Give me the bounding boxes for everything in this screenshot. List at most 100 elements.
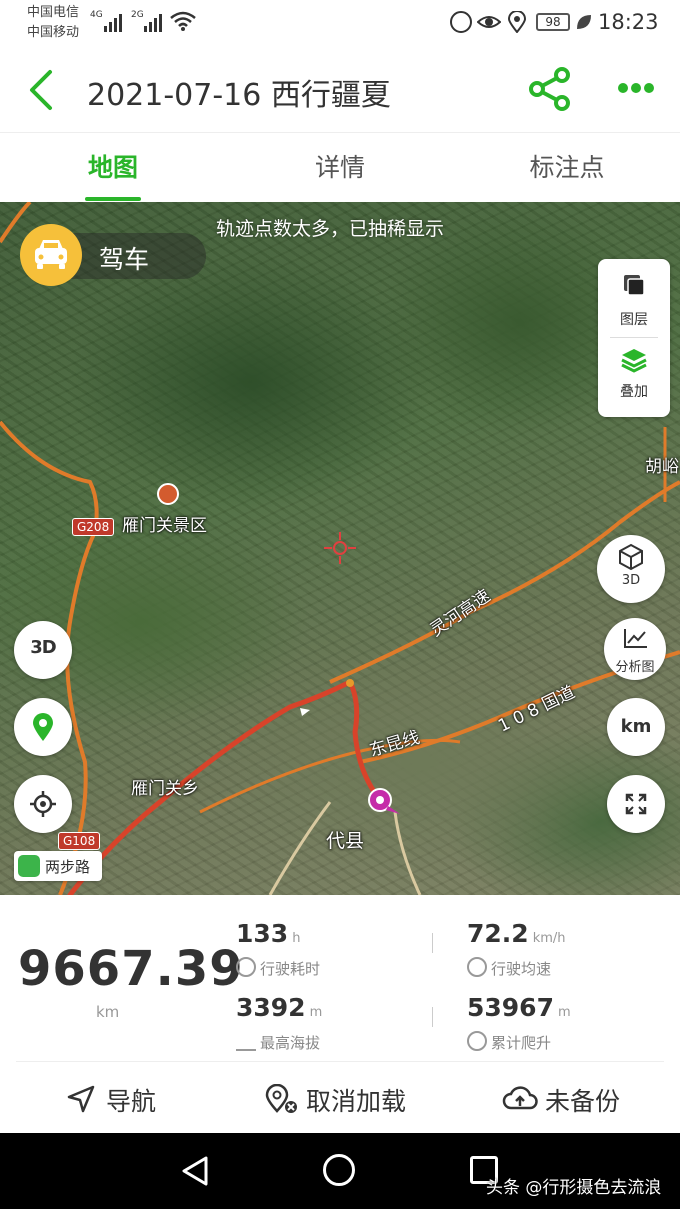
stat-avg-speed-label: 行驶均速: [491, 960, 552, 978]
page-title: 2021-07-16 西行疆夏: [87, 78, 391, 113]
travel-mode-chip[interactable]: 驾车: [20, 224, 206, 286]
navigate-button[interactable]: 导航: [60, 1063, 180, 1133]
battery-icon: 98: [536, 13, 570, 31]
cancel-load-button[interactable]: 取消加载: [262, 1063, 432, 1133]
signal-type-2: 2G: [131, 10, 144, 20]
footprint-pin-icon: [33, 713, 53, 741]
map-label-yanmenguan: 雁门关乡: [131, 779, 199, 799]
layer-divider: [610, 337, 658, 338]
status-bar: 中国电信 中国移动 4G 2G 98 18:23: [0, 0, 680, 48]
cube-icon: [619, 543, 643, 571]
total-distance: 9667.39: [18, 941, 244, 997]
speed-icon: [467, 957, 487, 977]
end-marker-icon: [368, 788, 400, 814]
stat-duration-label: 行驶耗时: [260, 960, 321, 978]
overlay-stack-icon: [621, 349, 647, 373]
backup-label: 未备份: [545, 1087, 621, 1116]
volte-icon: [450, 11, 472, 33]
map-3d-label: 3D: [621, 573, 641, 588]
backup-button[interactable]: 未备份: [502, 1063, 642, 1133]
tab-details[interactable]: 详情: [227, 133, 453, 203]
road-badge-g108: G108: [58, 832, 101, 850]
footprint-button[interactable]: [14, 698, 72, 756]
track-start-marker: [346, 679, 354, 687]
tab-bar: 地图 详情 标注点: [0, 132, 680, 202]
locate-icon: [30, 791, 56, 817]
tab-map[interactable]: 地图: [0, 133, 226, 203]
road-dongkun: [199, 738, 461, 814]
watermark: 头条 @行形摄色去流浪: [486, 1178, 662, 1198]
step-logo-icon: [18, 855, 40, 877]
stat-total-climb-label: 累计爬升: [491, 1034, 552, 1052]
signal-icon: [104, 12, 126, 32]
more-icon[interactable]: [614, 78, 658, 100]
stat-duration-value: 133 h: [236, 919, 301, 948]
map-center-crosshair-icon: [324, 532, 356, 564]
stat-avg-speed: 72.2 km/h 行驶均速: [467, 919, 657, 989]
fullscreen-icon: [625, 793, 647, 815]
overlay-label: 叠加: [620, 384, 648, 400]
analysis-chart-label: 分析图: [615, 660, 655, 675]
trip-stats: 9667.39 km 133 h 行驶耗时 72.2 km/h 行驶均速 3392 m…: [0, 895, 680, 1063]
locate-button[interactable]: [14, 775, 72, 833]
stat-divider: [432, 1007, 433, 1027]
stat-max-altitude: 3392 m 最高海拔: [236, 993, 426, 1063]
map-label-daixian: 代县: [326, 830, 365, 852]
unit-km-label: km: [620, 716, 652, 737]
map-overlay: [0, 202, 680, 895]
carrier-2: 中国移动: [27, 25, 80, 40]
road-badge-g208: G208: [72, 518, 115, 536]
layers-button[interactable]: 图层: [598, 259, 670, 337]
stat-divider: [432, 933, 433, 953]
unit-km-button[interactable]: km: [607, 698, 665, 756]
unload-icon: [265, 1084, 297, 1113]
stat-total-climb-value: 53967 m: [467, 993, 571, 1022]
overlay-button[interactable]: 叠加: [598, 339, 670, 417]
system-nav-bar: 头条 @行形摄色去流浪: [0, 1133, 680, 1209]
navigate-icon: [67, 1085, 95, 1113]
stat-max-altitude-label: 最高海拔: [260, 1034, 321, 1052]
leaf-icon: [577, 15, 591, 29]
track-line: [67, 678, 383, 895]
car-icon: [20, 224, 82, 286]
layer-panel: 图层 叠加: [598, 259, 670, 417]
map-3d-button[interactable]: 3D: [597, 535, 665, 603]
total-distance-unit: km: [96, 1003, 120, 1021]
fullscreen-button[interactable]: [607, 775, 665, 833]
step-logo-label: 两步路: [45, 858, 91, 876]
app-header: 2021-07-16 西行疆夏: [0, 48, 680, 132]
share-icon[interactable]: [526, 66, 574, 112]
layers-icon: [624, 275, 645, 296]
altitude-icon: [236, 1031, 256, 1051]
stat-max-altitude-value: 3392 m: [236, 993, 323, 1022]
climb-icon: [467, 1031, 487, 1051]
left-3d-button[interactable]: 3D: [14, 621, 72, 679]
step-logo-chip: 两步路: [14, 851, 102, 881]
analysis-chart-button[interactable]: 分析图: [604, 618, 666, 680]
left-3d-label: 3D: [30, 637, 56, 658]
tab-active-indicator: [85, 197, 141, 201]
back-icon[interactable]: [24, 68, 60, 112]
map-label-huling: 胡峪: [645, 457, 679, 477]
clock-time: 18:23: [598, 10, 659, 34]
stat-total-climb: 53967 m 累计爬升: [467, 993, 657, 1063]
travel-mode-label: 驾车: [99, 245, 150, 274]
nav-home-icon[interactable]: [323, 1154, 355, 1186]
signal-icon: [144, 12, 166, 32]
map-view[interactable]: 轨迹点数太多，已抽稀显示 驾车 图层 叠加 3D 分析图 km 3D 雁门关景区…: [0, 202, 680, 895]
layers-label: 图层: [620, 312, 648, 328]
line-chart-icon: [624, 629, 647, 648]
track-arrow-icon: [300, 708, 310, 716]
map-label-scenic: 雁门关景区: [122, 516, 207, 536]
track-simplified-banner: 轨迹点数太多，已抽稀显示: [216, 218, 445, 240]
nav-back-icon[interactable]: [180, 1155, 210, 1187]
navigate-label: 导航: [106, 1087, 157, 1116]
stat-avg-speed-value: 72.2 km/h: [467, 919, 566, 948]
cancel-load-label: 取消加载: [306, 1087, 407, 1116]
action-bar: 导航 取消加载 未备份: [0, 1063, 680, 1133]
tab-waypoints[interactable]: 标注点: [454, 133, 680, 203]
scenic-area-icon: [157, 483, 179, 505]
stat-duration: 133 h 行驶耗时: [236, 919, 426, 989]
stats-divider: [16, 1061, 664, 1062]
signal-type-1: 4G: [90, 10, 103, 20]
